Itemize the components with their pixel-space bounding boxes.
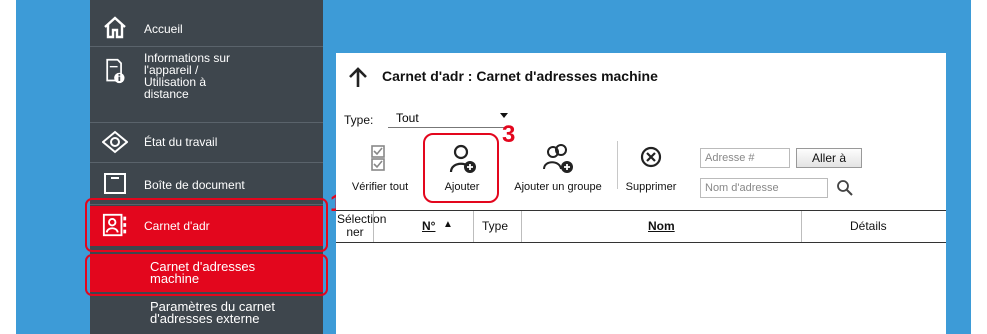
column-header-label: N° xyxy=(422,219,436,233)
column-header-label: Sélection ner xyxy=(337,212,387,239)
column-header-type: Type xyxy=(474,211,522,242)
label-line: distance xyxy=(144,87,189,101)
input-placeholder: Nom d'adresse xyxy=(705,182,779,194)
add-group-button[interactable]: Ajouter un groupe xyxy=(504,133,612,197)
search-icon[interactable] xyxy=(836,179,854,197)
type-select[interactable]: Tout xyxy=(388,107,512,128)
sidebar-item-label: État du travail xyxy=(144,135,218,149)
input-placeholder: Adresse # xyxy=(705,152,755,164)
delete-button[interactable]: Supprimer xyxy=(620,133,682,197)
add-group-icon xyxy=(543,144,573,173)
callout-box-2 xyxy=(85,254,328,296)
home-icon xyxy=(104,16,126,39)
sidebar-item-home[interactable]: Accueil xyxy=(90,12,323,40)
eye-icon xyxy=(102,130,128,154)
sidebar-item-label: Boîte de document xyxy=(144,178,245,192)
sidebar-item-label: Accueil xyxy=(144,22,183,36)
check-all-button[interactable]: Vérifier tout xyxy=(336,133,424,197)
main-panel: Carnet d'adr : Carnet d'adresses machine… xyxy=(336,53,946,334)
column-header-label: Nom xyxy=(648,219,675,233)
divider xyxy=(90,122,323,123)
delete-icon xyxy=(640,146,662,168)
divider xyxy=(90,46,323,47)
callout-box-3 xyxy=(423,133,499,203)
button-label: Vérifier tout xyxy=(351,181,409,193)
back-arrow-icon[interactable] xyxy=(346,65,370,89)
button-label: Ajouter un groupe xyxy=(514,181,602,193)
divider xyxy=(90,162,323,163)
subitem-label-line: d'adresses externe xyxy=(150,311,260,326)
page-title: Carnet d'adr : Carnet d'adresses machine xyxy=(382,68,658,84)
column-header-label: Détails xyxy=(850,219,887,233)
type-select-value: Tout xyxy=(396,111,419,125)
table-header: Sélection ner N° ▲ Type Nom Détails xyxy=(336,210,946,243)
column-header-number[interactable]: N° ▲ xyxy=(374,211,474,242)
document-box-icon xyxy=(104,173,126,194)
column-header-label: Type xyxy=(482,219,509,233)
device-info-icon xyxy=(106,58,125,84)
type-label: Type: xyxy=(344,113,374,127)
column-header-selection: Sélection ner xyxy=(336,211,387,242)
callout-box-1 xyxy=(85,198,328,252)
goto-button[interactable]: Aller à xyxy=(796,148,862,168)
sidebar-item-document-box[interactable]: Boîte de document xyxy=(90,166,323,202)
column-header-name[interactable]: Nom xyxy=(522,211,802,242)
chevron-down-icon xyxy=(500,113,508,118)
address-name-input[interactable]: Nom d'adresse xyxy=(700,178,828,198)
screenshot-frame: Accueil Informations sur l'appareil / Ut… xyxy=(0,0,987,334)
check-all-icon xyxy=(371,145,385,171)
address-number-input[interactable]: Adresse # xyxy=(700,148,790,168)
sidebar-subitem-external-address-book-settings[interactable]: Paramètres du carnet d'adresses externe xyxy=(90,296,323,332)
sidebar-item-device-info[interactable]: Informations sur l'appareil / Utilisatio… xyxy=(90,52,323,120)
sort-ascending-icon: ▲ xyxy=(443,219,453,230)
toolbar-divider xyxy=(617,141,618,189)
sidebar-item-job-status[interactable]: État du travail xyxy=(90,124,323,160)
button-label: Supprimer xyxy=(625,181,677,193)
column-header-details: Détails xyxy=(802,211,946,242)
sidebar-item-label: Informations sur l'appareil / Utilisatio… xyxy=(144,52,230,100)
